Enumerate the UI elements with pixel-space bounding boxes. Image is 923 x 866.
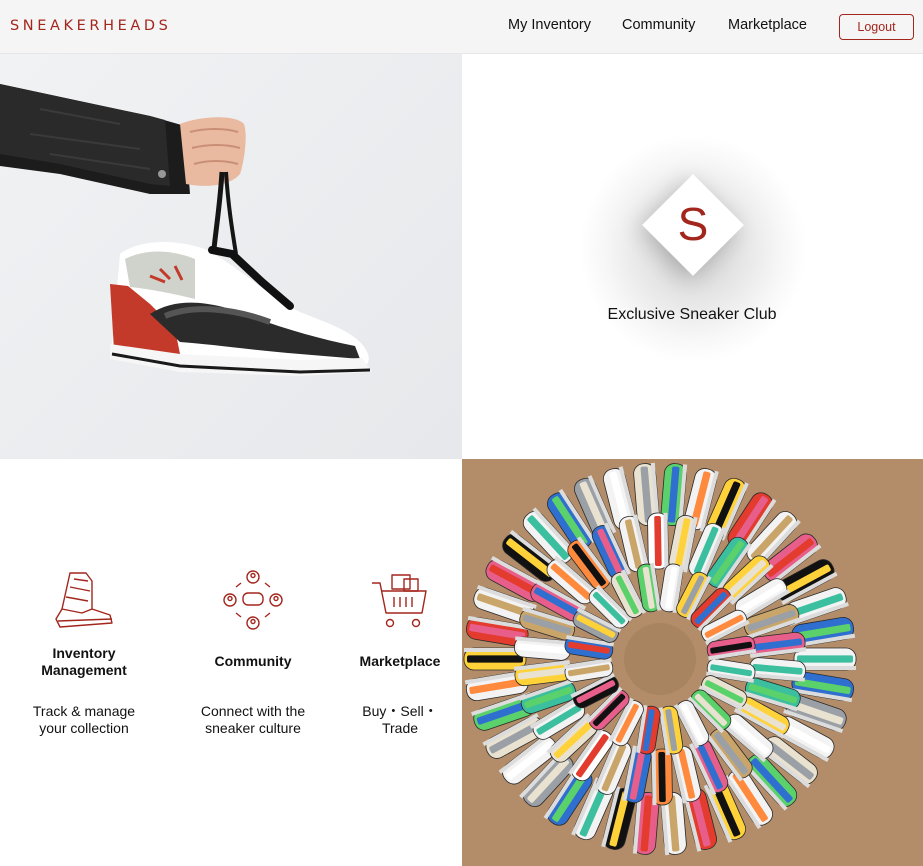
sneaker-circle-photo bbox=[462, 459, 923, 866]
sneaker-icon bbox=[55, 572, 113, 628]
brand-logo[interactable]: SNEAKERHEADS bbox=[10, 18, 171, 34]
nav-community[interactable]: Community bbox=[622, 17, 695, 33]
feature-desc: Track & manage your collection bbox=[32, 703, 136, 736]
feature-desc: Connect with the sneaker culture bbox=[200, 703, 306, 736]
club-panel: S Exclusive Sneaker Club bbox=[462, 54, 923, 459]
feature-title: Inventory Management bbox=[41, 645, 127, 678]
feature-title: Community bbox=[214, 653, 292, 669]
community-icon bbox=[223, 570, 283, 630]
feature-title: Marketplace bbox=[359, 653, 441, 669]
hand-holding-sneaker-illustration bbox=[0, 84, 372, 376]
club-caption: Exclusive Sneaker Club bbox=[607, 306, 777, 323]
top-navbar: SNEAKERHEADS My Inventory Community Mark… bbox=[0, 0, 923, 54]
hero-sneaker-photo bbox=[0, 54, 462, 459]
cart-icon bbox=[372, 574, 427, 628]
logout-button[interactable]: Logout bbox=[839, 14, 914, 40]
nav-marketplace[interactable]: Marketplace bbox=[728, 17, 807, 33]
sneaker-circle-illustration bbox=[462, 459, 923, 866]
features-panel: Inventory Management Track & manage your… bbox=[0, 459, 462, 866]
nav-my-inventory[interactable]: My Inventory bbox=[508, 17, 591, 33]
club-logo-letter: S bbox=[677, 198, 709, 250]
feature-desc: Buy・Sell・Trade bbox=[362, 703, 438, 736]
